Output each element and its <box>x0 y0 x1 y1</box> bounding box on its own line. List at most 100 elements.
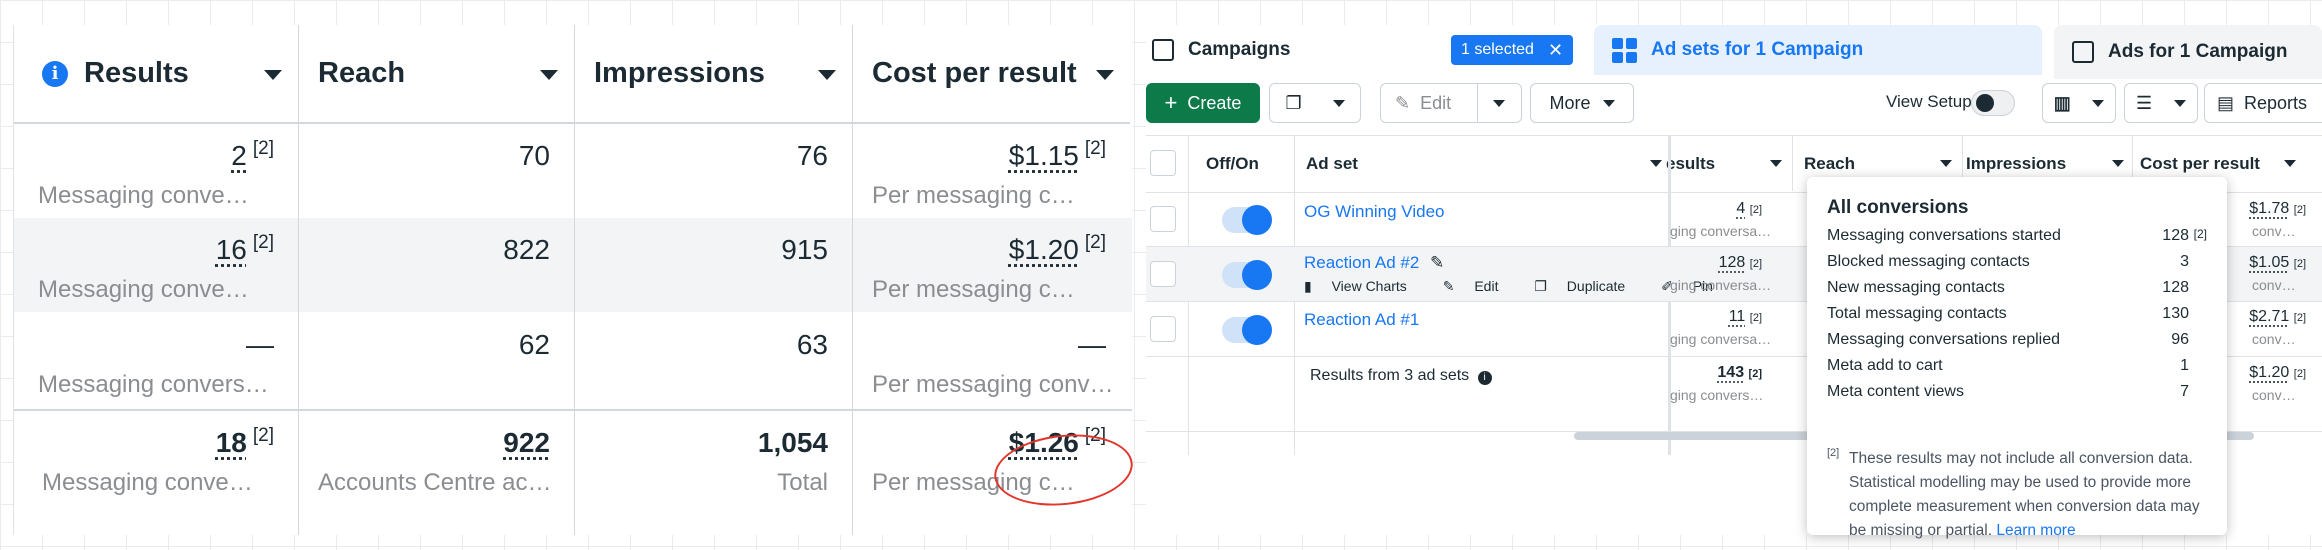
selected-badge[interactable]: 1 selected ✕ <box>1451 35 1574 65</box>
cost-value[interactable]: $1.15 <box>1009 140 1079 171</box>
tab-ads[interactable]: Ads for 1 Campaign <box>2054 25 2322 79</box>
total-reach-value[interactable]: 922 <box>503 427 550 458</box>
learn-more-link[interactable]: Learn more <box>1996 522 2075 539</box>
results-subtext: Messaging convers… <box>38 371 269 398</box>
adset-name-link[interactable]: OG Winning Video <box>1304 202 1444 222</box>
results-value[interactable]: 2 <box>231 140 247 171</box>
sort-caret-icon[interactable] <box>1940 160 1952 167</box>
conversion-item: Messaging conversations replied 96 <box>1827 331 2207 357</box>
row-checkbox[interactable] <box>1150 206 1176 232</box>
tab-label: Campaigns <box>1188 39 1291 60</box>
pencil-icon[interactable]: ✎ <box>1430 253 1444 272</box>
edit-label: Edit <box>1420 92 1452 113</box>
reports-button[interactable]: ▤ Reports <box>2204 83 2322 123</box>
tab-ad-sets[interactable]: Ad sets for 1 Campaign <box>1594 25 2042 75</box>
cost-subtext: conv… <box>2252 223 2296 239</box>
column-header-label: Reach <box>318 57 406 89</box>
sort-caret-icon[interactable] <box>2112 160 2124 167</box>
action-label: Duplicate <box>1566 278 1626 294</box>
column-impressions: Impressions 76 915 63 1,054 Total <box>574 25 853 535</box>
total-impressions-value: 1,054 <box>757 427 828 458</box>
sort-caret-icon[interactable] <box>1650 160 1662 167</box>
results-number[interactable]: 4 <box>1736 200 1745 217</box>
total-results-subtext: Messaging conve… <box>42 469 253 496</box>
cost-number[interactable]: $1.05 <box>2249 254 2289 271</box>
duplicate-dropdown-button[interactable]: ❐ <box>1269 83 1361 123</box>
clear-selection-icon[interactable]: ✕ <box>1548 40 1563 61</box>
view-setup-toggle[interactable] <box>1971 90 2015 116</box>
cost-number[interactable]: $1.20 <box>2249 364 2289 381</box>
adset-name-label: Reaction Ad #2 <box>1304 253 1420 272</box>
column-header-results[interactable]: esults <box>1666 136 1715 192</box>
table-cell: 822 <box>298 218 574 312</box>
results-value: 4 [2] <box>1736 200 1762 218</box>
adset-name-link[interactable]: Reaction Ad #1 <box>1304 310 1419 330</box>
footnote-marker: [2] <box>252 138 274 159</box>
column-header-reach[interactable]: Reach <box>298 25 574 124</box>
column-divider <box>1792 135 1793 191</box>
button-divider <box>1477 84 1478 122</box>
sort-caret-icon[interactable] <box>1770 160 1782 167</box>
column-header-label: Impressions <box>594 57 765 89</box>
tab-label: Ads for 1 Campaign <box>2108 41 2288 62</box>
breakdown-button[interactable]: ☰ <box>2124 83 2198 123</box>
column-header-label: Results <box>84 57 189 89</box>
cost-number[interactable]: $2.71 <box>2249 308 2289 325</box>
column-header-off-on[interactable]: Off/On <box>1206 136 1259 192</box>
impressions-value: 915 <box>781 234 828 265</box>
columns-button[interactable]: ▥ <box>2042 83 2116 123</box>
columns-icon: ▥ <box>2053 92 2071 113</box>
row-checkbox[interactable] <box>1150 261 1176 287</box>
cost-number[interactable]: $1.78 <box>2249 200 2289 217</box>
chart-icon: ▮ <box>1304 278 1316 294</box>
duplicate-action[interactable]: ❐ Duplicate <box>1534 278 1641 294</box>
sort-caret-icon[interactable] <box>540 70 558 80</box>
more-button[interactable]: More <box>1530 83 1634 123</box>
info-icon[interactable]: i <box>42 60 68 87</box>
view-setup-label: View Setup <box>1886 92 1972 111</box>
results-subtext: ging conversa… <box>1670 331 1772 347</box>
tab-campaigns[interactable]: Campaigns <box>1152 25 1290 75</box>
footnote-marker: [2] <box>252 232 274 253</box>
row-checkbox[interactable] <box>1150 316 1176 342</box>
sort-caret-icon[interactable] <box>818 70 836 80</box>
results-number[interactable]: 128 <box>1719 254 1746 271</box>
more-label: More <box>1549 92 1591 113</box>
results-value: 128 [2] <box>1719 254 1762 272</box>
cost-subtext: Per messaging c… <box>872 276 1075 303</box>
results-number[interactable]: 11 <box>1729 308 1746 325</box>
create-button[interactable]: + Create <box>1146 83 1260 123</box>
duplicate-icon: ❐ <box>1534 278 1551 294</box>
edit-action[interactable]: ✎ Edit <box>1443 278 1515 294</box>
edit-button[interactable]: ✎ Edit <box>1380 83 1522 123</box>
summary-label-text: Results from 3 ad sets <box>1310 367 1470 384</box>
ad-sets-grid-icon <box>1612 37 1637 63</box>
cost-value: — <box>1078 329 1106 360</box>
adset-toggle[interactable] <box>1222 260 1272 290</box>
conversion-value: 3 <box>2180 253 2189 270</box>
duplicate-icon: ❐ <box>1285 92 1302 113</box>
conversion-value: 1 <box>2180 357 2189 374</box>
chevron-down-icon <box>1602 99 1615 107</box>
create-label: Create <box>1187 92 1242 113</box>
column-header-results[interactable]: i Results <box>14 25 298 124</box>
total-cell: 1,054 Total <box>574 411 852 505</box>
conversion-label: Total messaging contacts <box>1827 305 2007 322</box>
column-header-ad-set[interactable]: Ad set <box>1306 136 1358 192</box>
info-icon[interactable]: i <box>1477 371 1492 385</box>
column-header-cost-per-result[interactable]: Cost per result <box>852 25 1130 124</box>
cost-value[interactable]: $1.20 <box>1009 234 1079 265</box>
conversion-label: Messaging conversations started <box>1827 227 2061 244</box>
results-number[interactable]: 143 <box>1717 364 1744 381</box>
sort-caret-icon[interactable] <box>2284 160 2296 167</box>
adset-name-link[interactable]: Reaction Ad #2 ✎ <box>1304 253 1444 273</box>
adset-toggle[interactable] <box>1222 205 1272 235</box>
adset-toggle[interactable] <box>1222 315 1272 345</box>
view-charts-action[interactable]: ▮ View Charts <box>1304 278 1423 294</box>
sort-caret-icon[interactable] <box>264 70 282 80</box>
sort-caret-icon[interactable] <box>1096 70 1114 80</box>
total-results-value[interactable]: 18 <box>216 427 247 458</box>
column-header-impressions[interactable]: Impressions <box>574 25 852 124</box>
select-all-checkbox[interactable] <box>1150 150 1176 176</box>
results-value[interactable]: 16 <box>216 234 247 265</box>
